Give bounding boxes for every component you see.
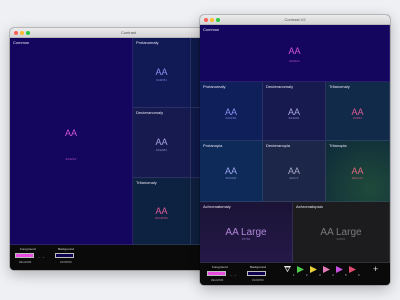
- cell-tritanomaly[interactable]: Tritanomaly AA #A9B1: [326, 82, 390, 141]
- window-title: Contrast V2: [284, 17, 306, 22]
- cell-tritanomaly[interactable]: Tritanomaly AA #DA9FB1: [133, 178, 191, 245]
- sample-text: AA: [155, 206, 168, 217]
- foreground-hex[interactable]: #ELE506: [211, 278, 223, 282]
- cell-protanomaly[interactable]: Protanomaly AA #A0FB1: [200, 82, 263, 141]
- background-swatch[interactable]: [247, 271, 266, 276]
- cell-label: Tritanopia: [329, 143, 347, 148]
- filter-number: 6: [358, 273, 360, 277]
- cell-label: Common: [13, 40, 30, 45]
- filter-number: 5: [345, 273, 347, 277]
- cell-deuteranopia[interactable]: Deuteranopia AA #AA71: [263, 141, 326, 202]
- filter-triangle-white-icon[interactable]: [284, 266, 291, 273]
- sample-hex: #7791: [241, 236, 251, 241]
- sample-hex: #A32A1: [65, 157, 77, 162]
- cell-tritanopia[interactable]: Tritanopia AA #EAA21: [326, 141, 390, 202]
- filter-triangle-red-icon[interactable]: [349, 266, 356, 273]
- cell-label: Tritanomaly: [329, 84, 350, 89]
- sample-hex: #EAA21: [351, 175, 363, 180]
- foreground-hex[interactable]: #ELE506: [19, 260, 31, 264]
- window-right: Contrast V2 Common AA #A32A1 Protanomaly…: [200, 15, 390, 285]
- sample-hex: #A9FB1: [156, 78, 167, 83]
- background-hex[interactable]: #100050: [60, 260, 72, 264]
- sample-text: AA: [155, 137, 168, 148]
- title-bar[interactable]: Contrast V2: [200, 15, 390, 25]
- cell-label: Achromatopsia: [296, 204, 323, 209]
- cell-deuteranomaly[interactable]: Deuteranomaly AA #A9AB1: [133, 108, 191, 178]
- background-swatch[interactable]: [55, 253, 74, 258]
- filter-number: 2: [306, 273, 308, 277]
- cell-label: Tritanomaly: [136, 180, 157, 185]
- cell-common[interactable]: Common AA #A32A1: [10, 38, 133, 245]
- sample-hex: #A32A1: [289, 58, 300, 63]
- filter-number: 3: [319, 273, 321, 277]
- sample-hex: #A0FB1: [225, 115, 237, 120]
- foreground-label: Foreground: [212, 265, 228, 269]
- cell-label: Protanomaly: [136, 40, 159, 45]
- sample-hex: #A9AB1: [155, 148, 167, 153]
- preview-grid: Common AA #A32A1 Protanomaly AA #A0FB1 D…: [200, 25, 390, 285]
- foreground-swatch[interactable]: [15, 253, 34, 258]
- sample-hex: #C2A91: [225, 175, 237, 180]
- sample-hex: #AA71: [289, 175, 299, 180]
- sample-text: AA: [64, 127, 77, 138]
- filter-triangle-yellow-icon[interactable]: [310, 266, 317, 273]
- filter-triangle-green-icon[interactable]: [297, 266, 304, 273]
- cell-label: Achromatomaly: [203, 204, 231, 209]
- background-label: Background: [58, 247, 75, 251]
- sample-text: AA: [155, 67, 168, 78]
- cell-common[interactable]: Common AA #A32A1: [200, 25, 390, 82]
- background-label: Background: [250, 265, 267, 269]
- sample-hex: #A3A91: [288, 115, 300, 120]
- color-footer: Foreground #ELE506 ← → Background #10005…: [200, 263, 390, 285]
- cell-label: Common: [203, 27, 220, 32]
- sample-text: AA: [288, 46, 301, 57]
- sample-hex: #A9B1: [352, 115, 362, 120]
- foreground-label: Foreground: [20, 247, 36, 251]
- cell-label: Protanomaly: [203, 84, 226, 89]
- cell-achromatomaly[interactable]: Achromatomaly AA Large #7791: [200, 202, 293, 263]
- cell-achromatopsia[interactable]: Achromatopsia AA Large #A891: [293, 202, 390, 263]
- cell-label: Deuteranomaly: [136, 110, 164, 115]
- background-hex[interactable]: #100050: [252, 278, 264, 282]
- add-filter-button[interactable]: +: [373, 264, 378, 274]
- cell-label: Deuteranomaly: [266, 84, 294, 89]
- swap-colors-button[interactable]: ← →: [38, 255, 45, 259]
- cell-label: Protanopia: [203, 143, 223, 148]
- cell-deuteranomaly[interactable]: Deuteranomaly AA #A3A91: [263, 82, 326, 141]
- filter-triangle-pink-icon[interactable]: [323, 266, 330, 273]
- sample-hex: #A891: [336, 236, 346, 241]
- filter-number: 1: [293, 273, 295, 277]
- foreground-swatch[interactable]: [207, 271, 226, 276]
- cell-protanopia[interactable]: Protanopia AA #C2A91: [200, 141, 263, 202]
- cell-label: Deuteranopia: [266, 143, 291, 148]
- swap-colors-button[interactable]: ← →: [230, 273, 237, 277]
- filter-number: 4: [332, 273, 334, 277]
- filter-triangle-magenta-icon[interactable]: [336, 266, 343, 273]
- cell-protanomaly[interactable]: Protanomaly AA #A9FB1: [133, 38, 191, 108]
- sample-hex: #DA9FB1: [154, 216, 168, 221]
